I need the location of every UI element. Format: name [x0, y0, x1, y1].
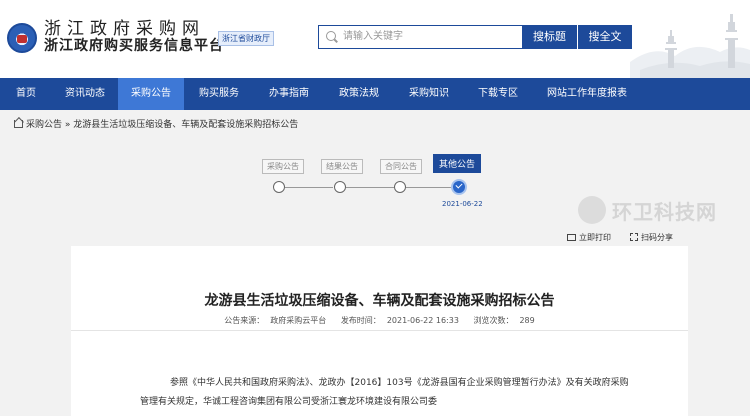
- step-label-other[interactable]: 其他公告: [433, 154, 482, 173]
- meta-source-label: 公告来源：: [224, 316, 265, 325]
- article-body: 参照《中华人民共和国政府采购法》、龙政办【2016】103号《龙游县国有企业采购…: [140, 378, 629, 407]
- watermark-logo-icon: [578, 196, 606, 224]
- nav-item[interactable]: 首页: [0, 78, 52, 110]
- nav-item[interactable]: 资讯动态: [52, 78, 118, 110]
- watermark: 环卫科技网: [578, 192, 738, 228]
- watermark-text: 环卫科技网: [612, 200, 717, 224]
- site-subtitle: 浙江政府购买服务信息平台: [44, 38, 224, 54]
- share-label: 扫码分享: [641, 233, 673, 242]
- search-title-button[interactable]: 搜标题: [522, 25, 577, 49]
- step-connector: [406, 187, 452, 188]
- article-meta: 公告来源： 政府采购云平台 发布时间： 2021-06-22 16:33 浏览次数：…: [71, 315, 688, 326]
- meta-time-label: 发布时间：: [340, 316, 381, 325]
- step-label-contract[interactable]: 合同公告: [380, 159, 422, 174]
- main-nav: 首页 资讯动态 采购公告 购买服务 办事指南 政策法规 采购知识 下载专区 网站工作年度报表: [0, 78, 750, 110]
- qr-code-icon: [630, 233, 638, 241]
- meta-views-label: 浏览次数：: [473, 316, 514, 325]
- search-fulltext-button[interactable]: 搜全文: [578, 25, 632, 49]
- pagoda-scenery-icon: [630, 14, 750, 78]
- step-connector: [285, 187, 333, 188]
- step-date: 2021-06-22: [442, 200, 483, 208]
- nav-item[interactable]: 办事指南: [254, 78, 324, 110]
- article-title: 龙游县生活垃圾压缩设备、车辆及配套设施采购招标公告: [204, 293, 555, 309]
- site-logo-icon[interactable]: [7, 23, 37, 53]
- step-label-procurement[interactable]: 采购公告: [262, 159, 304, 174]
- nav-item[interactable]: 采购公告: [118, 78, 184, 110]
- breadcrumb-separator: »: [62, 120, 74, 130]
- meta-views-value: 289: [519, 316, 535, 325]
- meta-views: 浏览次数： 289: [470, 316, 537, 325]
- print-button[interactable]: 立即打印: [567, 232, 611, 243]
- meta-divider: [71, 330, 688, 331]
- breadcrumb: 采购公告 » 龙游县生活垃圾压缩设备、车辆及配套设施采购招标公告: [14, 117, 298, 130]
- dept-badge[interactable]: 浙江省财政厅: [218, 31, 274, 46]
- step-dot-contract[interactable]: [394, 181, 406, 193]
- step-dot-result[interactable]: [334, 181, 346, 193]
- breadcrumb-section[interactable]: 采购公告: [26, 120, 62, 130]
- article-panel: 龙游县生活垃圾压缩设备、车辆及配套设施采购招标公告 公告来源： 政府采购云平台 发…: [71, 246, 688, 416]
- share-button[interactable]: 扫码分享: [630, 232, 673, 243]
- site-header: 浙江政府采购网 浙江政府购买服务信息平台 浙江省财政厅 请输入关键字 搜标题 搜…: [0, 0, 750, 78]
- nav-item[interactable]: 下载专区: [464, 78, 532, 110]
- home-icon[interactable]: [14, 120, 23, 128]
- meta-time: 发布时间： 2021-06-22 16:33: [338, 316, 462, 325]
- step-dot-other-check-icon[interactable]: [451, 179, 467, 195]
- search-icon: [326, 31, 336, 41]
- step-dot-procurement[interactable]: [273, 181, 285, 193]
- breadcrumb-current: 龙游县生活垃圾压缩设备、车辆及配套设施采购招标公告: [73, 120, 299, 130]
- nav-item[interactable]: 采购知识: [394, 78, 464, 110]
- meta-source-value: 政府采购云平台: [270, 316, 327, 325]
- nav-item[interactable]: 政策法规: [324, 78, 394, 110]
- nav-item[interactable]: 购买服务: [184, 78, 254, 110]
- search-input[interactable]: 请输入关键字: [318, 25, 522, 49]
- step-connector: [346, 187, 394, 188]
- nav-item[interactable]: 网站工作年度报表: [532, 78, 642, 110]
- printer-icon: [567, 234, 576, 241]
- print-label: 立即打印: [579, 233, 611, 242]
- meta-source: 公告来源： 政府采购云平台: [221, 316, 329, 325]
- step-label-result[interactable]: 结果公告: [321, 159, 363, 174]
- meta-time-value: 2021-06-22 16:33: [386, 316, 459, 325]
